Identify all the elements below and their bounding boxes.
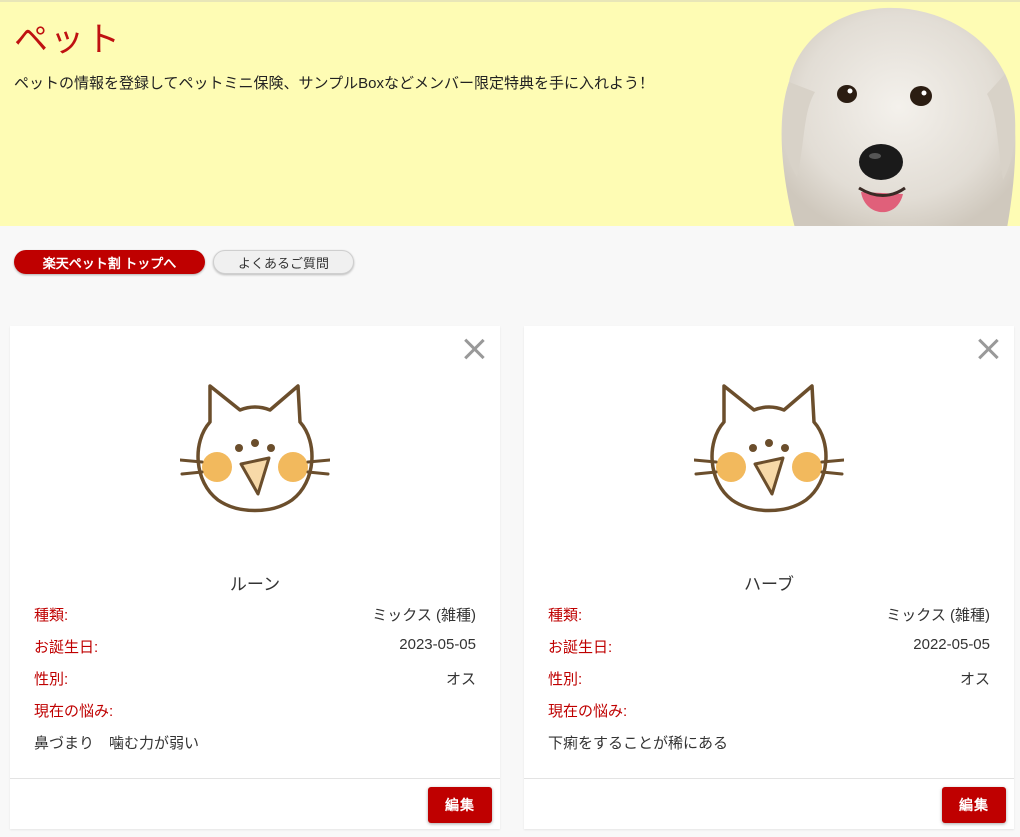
- edit-button[interactable]: 編集: [428, 787, 492, 823]
- page-title: ペット: [14, 21, 122, 59]
- sex-value: オス: [959, 671, 990, 688]
- cat-face-icon: [180, 384, 330, 513]
- breed-row: 種類: ミックス (雑種): [548, 604, 990, 625]
- dog-photo: [781, 7, 1016, 226]
- concern-label: 現在の悩み:: [548, 703, 628, 720]
- pet-name: ハーブ: [744, 575, 794, 594]
- concern-label: 現在の悩み:: [34, 703, 114, 720]
- birthday-value: 2022-05-05: [913, 636, 990, 653]
- pet-card: ルーン 種類: ミックス (雑種) お誕生日: 2023-05-05 性別: オ…: [10, 326, 500, 829]
- pet-name: ルーン: [229, 575, 281, 594]
- concern-value: 鼻づまり 噛む力が弱い: [34, 735, 200, 752]
- breed-label: 種類:: [34, 607, 69, 624]
- rakuten-pet-top-button[interactable]: 楽天ペット割 トップへ: [14, 250, 205, 274]
- birthday-label: お誕生日:: [548, 639, 613, 656]
- pet-card: ハーブ 種類: ミックス (雑種) お誕生日: 2022-05-05 性別: オ…: [524, 326, 1014, 829]
- close-icon[interactable]: [462, 336, 486, 360]
- nav-pills: 楽天ペット割 トップへ よくあるご質問: [14, 250, 354, 274]
- divider: [10, 778, 500, 779]
- concern-value: 下痢をすることが稀にある: [548, 735, 729, 752]
- birthday-row: お誕生日: 2022-05-05: [548, 636, 990, 657]
- birthday-row: お誕生日: 2023-05-05: [34, 636, 476, 657]
- birthday-value: 2023-05-05: [399, 636, 476, 653]
- faq-button[interactable]: よくあるご質問: [213, 250, 354, 274]
- divider: [524, 778, 1014, 779]
- hero-banner: ペット ペットの情報を登録してペットミニ保険、サンプルBoxなどメンバー限定特典…: [0, 0, 1020, 226]
- breed-row: 種類: ミックス (雑種): [34, 604, 476, 625]
- concern-row: 現在の悩み:: [548, 700, 990, 721]
- sex-value: オス: [445, 671, 476, 688]
- sex-row: 性別: オス: [34, 668, 476, 689]
- hero-description: ペットの情報を登録してペットミニ保険、サンプルBoxなどメンバー限定特典を手に入…: [14, 75, 654, 92]
- sex-label: 性別:: [548, 671, 583, 688]
- breed-label: 種類:: [548, 607, 583, 624]
- sex-label: 性別:: [34, 671, 69, 688]
- breed-value: ミックス (雑種): [372, 607, 476, 624]
- breed-value: ミックス (雑種): [886, 607, 990, 624]
- edit-button[interactable]: 編集: [942, 787, 1006, 823]
- sex-row: 性別: オス: [548, 668, 990, 689]
- close-icon[interactable]: [976, 336, 1000, 360]
- cat-face-icon: [694, 384, 844, 513]
- birthday-label: お誕生日:: [34, 639, 99, 656]
- concern-row: 現在の悩み:: [34, 700, 476, 721]
